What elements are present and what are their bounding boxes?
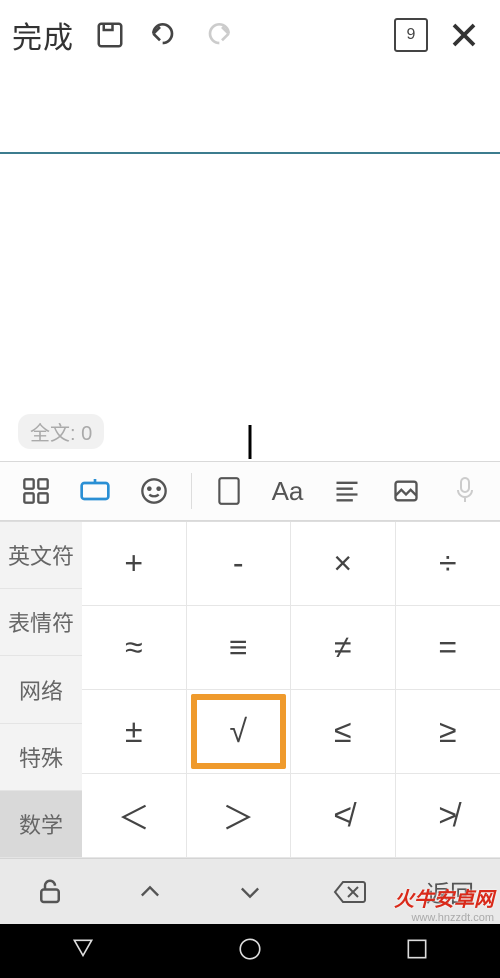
symbol-key[interactable]: ÷ [396,522,500,606]
close-icon[interactable] [446,17,482,53]
undo-icon[interactable] [146,17,182,53]
symbol-key[interactable]: ± [82,690,187,774]
keyboard-icon[interactable] [73,469,117,513]
nav-home-icon[interactable] [237,936,263,967]
symbol-key[interactable]: √ [187,690,292,774]
category-2[interactable]: 网络 [0,656,82,723]
page-count-button[interactable]: 9 [394,18,428,52]
backspace-icon[interactable] [300,879,400,905]
category-1[interactable]: 表情符 [0,589,82,656]
symbol-key[interactable]: ＞ [187,774,292,858]
redo-icon [200,17,236,53]
done-button[interactable]: 完成 [12,13,74,57]
editor-body[interactable]: 全文: 0 [0,154,500,461]
lock-icon[interactable] [0,877,100,907]
symbol-key[interactable]: ≈ [82,606,187,690]
symbol-key[interactable]: = [396,606,500,690]
symbol-key[interactable]: ≡ [187,606,292,690]
collapse-up-icon[interactable] [100,878,200,906]
font-icon[interactable]: Aa [266,469,310,513]
symbol-key[interactable]: ≥ [396,690,500,774]
expand-down-icon[interactable] [200,878,300,906]
android-navbar [0,924,500,978]
symbol-key[interactable]: - [187,522,292,606]
symbol-key[interactable]: ＜ [82,774,187,858]
save-icon[interactable] [92,17,128,53]
emoji-face-icon[interactable] [132,469,176,513]
image-icon[interactable] [384,469,428,513]
align-icon[interactable] [325,469,369,513]
symbol-key[interactable]: ≠ [291,606,396,690]
symbol-key[interactable]: ≯ [396,774,500,858]
watermark: 火牛安卓网 www.hnzzdt.com [394,883,494,924]
symbol-key[interactable]: × [291,522,396,606]
symbol-key[interactable]: ≤ [291,690,396,774]
symbol-key[interactable]: ≮ [291,774,396,858]
divider [191,473,192,509]
mic-icon [443,469,487,513]
title-input[interactable] [0,70,500,154]
text-caret [249,425,252,459]
category-3[interactable]: 特殊 [0,724,82,791]
category-0[interactable]: 英文符 [0,522,82,589]
nav-back-icon[interactable] [70,936,96,967]
wordcount-badge: 全文: 0 [18,414,104,449]
grid-icon[interactable] [14,469,58,513]
category-4[interactable]: 数学 [0,791,82,858]
symbol-key[interactable]: + [82,522,187,606]
nav-recent-icon[interactable] [404,936,430,967]
layout-icon[interactable] [207,469,251,513]
symbol-keyboard: 英文符表情符网络特殊数学 +-×÷ ≈≡≠= ±√≤≥ ＜＞≮≯ [0,521,500,858]
